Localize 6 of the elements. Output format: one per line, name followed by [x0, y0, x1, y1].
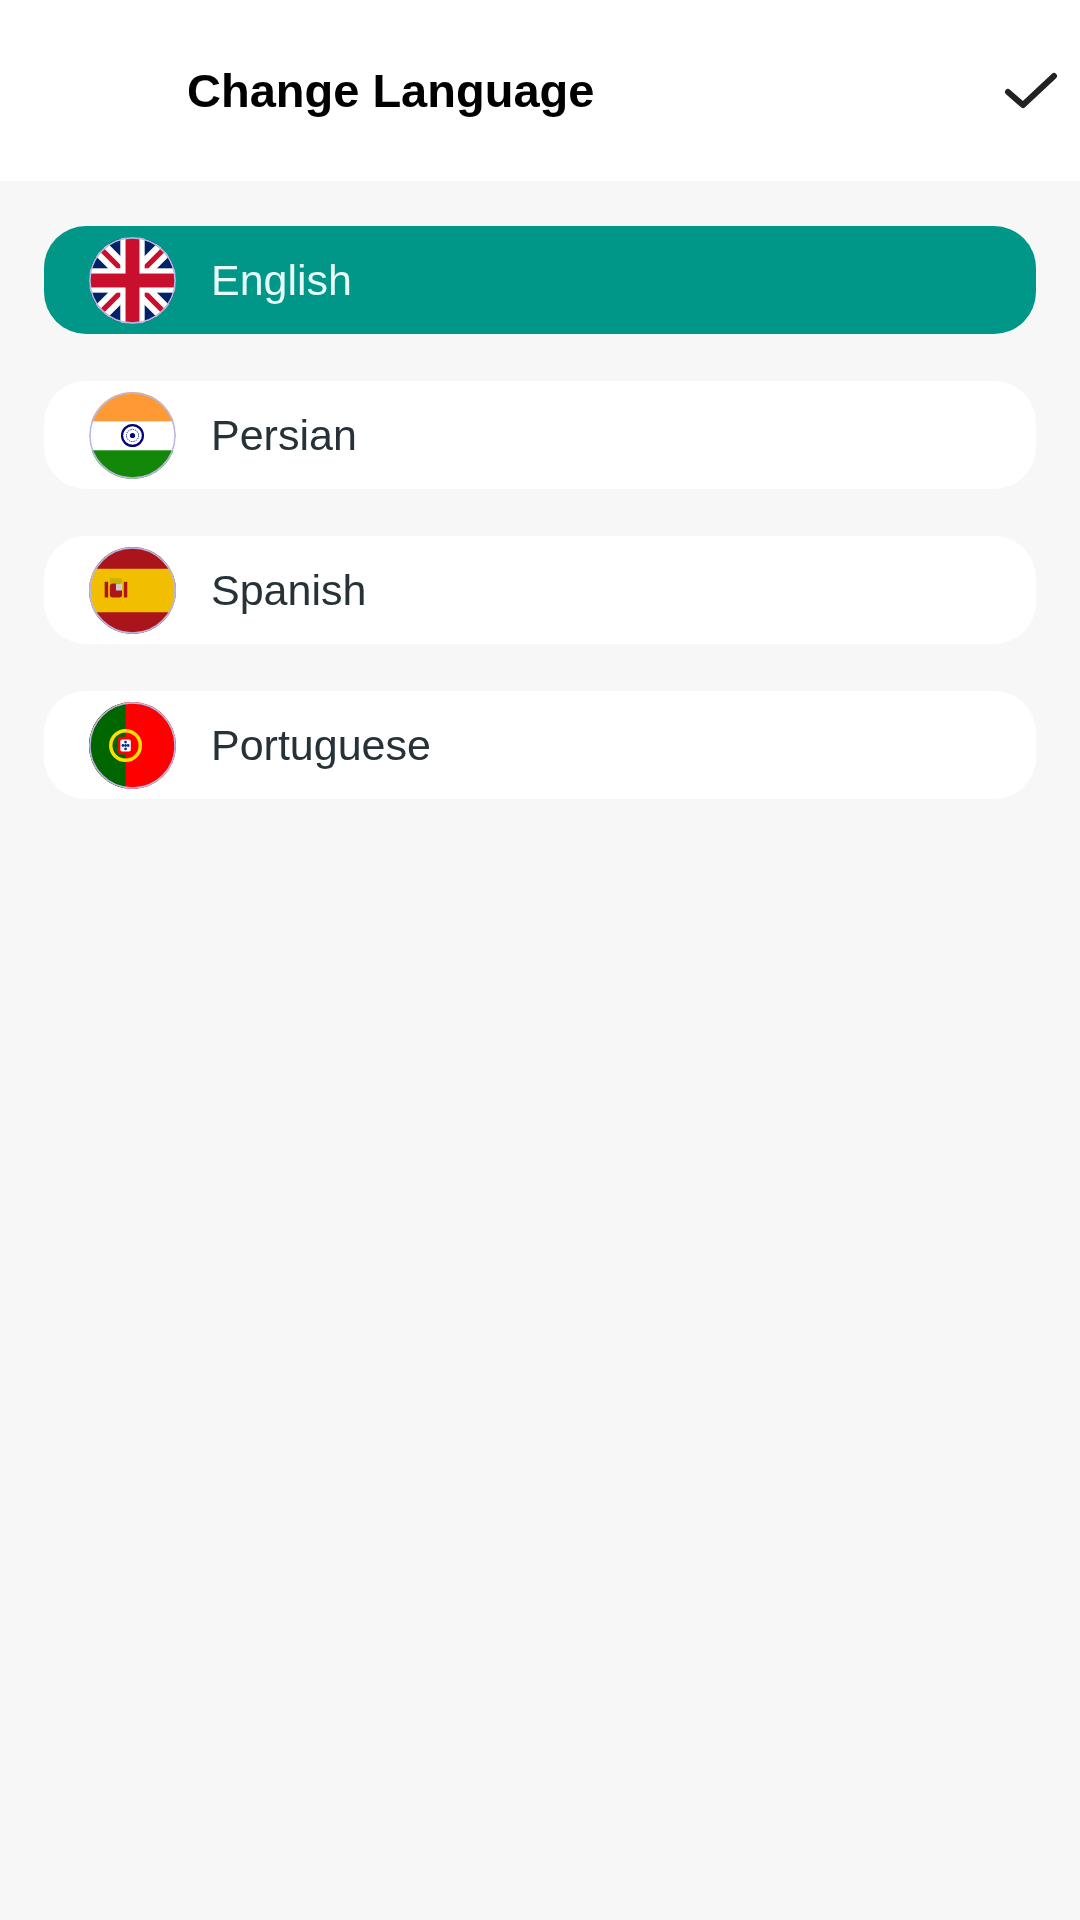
- language-option[interactable]: Spanish: [44, 536, 1036, 644]
- screen-title: Change Language: [187, 63, 595, 118]
- language-option[interactable]: Portuguese: [44, 691, 1036, 799]
- language-option[interactable]: Persian: [44, 381, 1036, 489]
- check-icon[interactable]: [1004, 70, 1058, 111]
- india-flag-icon: [89, 391, 176, 479]
